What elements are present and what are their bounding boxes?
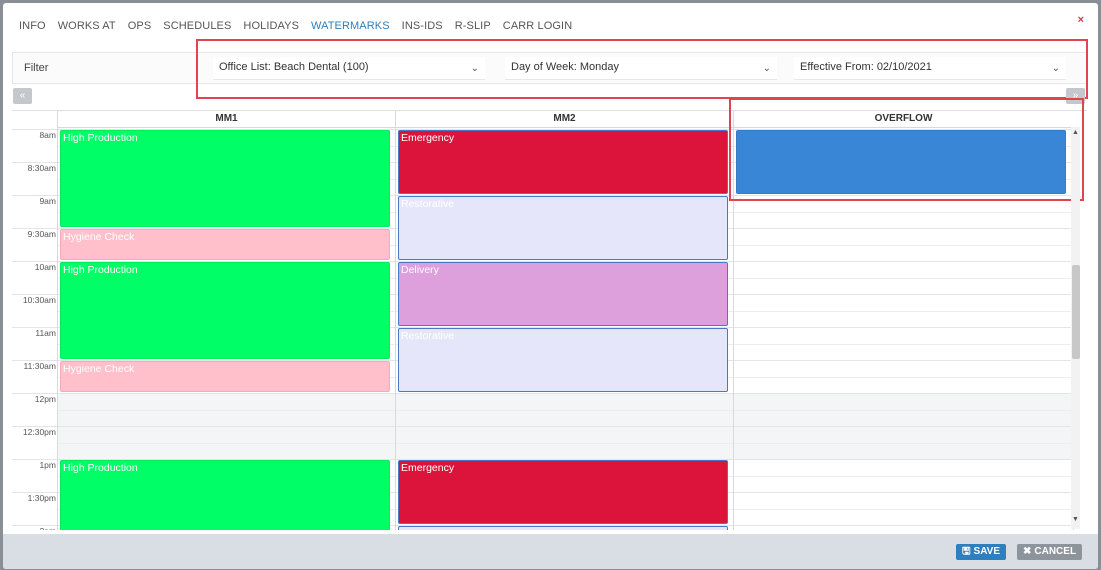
tab-watermarks[interactable]: WATERMARKS	[311, 20, 390, 36]
filter-bar: Filter Office List: Beach Dental (100) ⌄…	[12, 52, 1087, 84]
watermark-block-mm1[interactable]: Hygiene Check	[60, 361, 390, 392]
watermarks-modal: INFO WORKS AT OPS SCHEDULES HOLIDAYS WAT…	[3, 3, 1098, 569]
watermark-block-mm1[interactable]: High Production	[60, 130, 390, 227]
time-label: 9am	[39, 196, 56, 206]
prev-button[interactable]: «	[13, 88, 32, 104]
column-divider	[395, 128, 396, 530]
close-icon[interactable]: ×	[1078, 14, 1084, 26]
day-of-week-value: Day of Week: Monday	[511, 61, 620, 73]
chevron-down-icon: ⌄	[470, 63, 479, 74]
office-list-value: Office List: Beach Dental (100)	[219, 61, 369, 73]
time-label: 10am	[34, 262, 56, 272]
tab-r-slip[interactable]: R-SLIP	[455, 20, 491, 36]
tab-holidays[interactable]: HOLIDAYS	[243, 20, 299, 36]
watermark-block-mm2[interactable]: Emergency	[398, 460, 728, 524]
time-label: 8:30am	[27, 163, 56, 173]
effective-from-value: Effective From: 02/10/2021	[800, 61, 932, 73]
day-of-week-select[interactable]: Day of Week: Monday ⌄	[505, 57, 777, 80]
chevron-down-icon: ⌄	[1051, 63, 1060, 74]
cancel-button[interactable]: ✖ CANCEL	[1017, 544, 1083, 560]
tab-bar: INFO WORKS AT OPS SCHEDULES HOLIDAYS WAT…	[19, 20, 584, 36]
tab-ops[interactable]: OPS	[128, 20, 152, 36]
save-label: SAVE	[973, 546, 1001, 557]
save-button[interactable]: 🖫 SAVE	[956, 544, 1007, 560]
watermark-block-mm1[interactable]: High Production	[60, 460, 390, 530]
watermark-block-mm2[interactable]: Emergency	[398, 130, 728, 194]
tab-schedules[interactable]: SCHEDULES	[163, 20, 231, 36]
watermark-block-mm1[interactable]: Hygiene Check	[60, 229, 390, 260]
time-label: 10:30am	[22, 295, 56, 305]
time-label: 1:30pm	[27, 493, 56, 503]
next-button[interactable]: »	[1066, 88, 1085, 104]
time-label: 9:30am	[27, 229, 56, 239]
watermark-block-mm2[interactable]	[398, 526, 728, 530]
time-label: 2pm	[12, 526, 56, 530]
scrollbar-thumb[interactable]	[1072, 265, 1080, 359]
time-label: 12:30pm	[22, 427, 56, 437]
time-label: 11am	[35, 328, 56, 338]
column-header-mm1: MM1	[57, 111, 395, 128]
column-header-overflow: OVERFLOW	[733, 111, 1073, 128]
filter-label: Filter	[24, 62, 49, 74]
modal-footer: 🖫 SAVE ✖ CANCEL	[3, 534, 1098, 569]
time-label: 8am	[39, 130, 56, 140]
schedule-grid: MM1 MM2 OVERFLOW 8am 8:30am 9am 9:30am 10am 1…	[12, 110, 1087, 530]
effective-from-select[interactable]: Effective From: 02/10/2021 ⌄	[794, 57, 1066, 80]
scroll-up-icon[interactable]: ▲	[1071, 129, 1080, 136]
tab-carr-login[interactable]: CARR LOGIN	[503, 20, 572, 36]
tab-ins-ids[interactable]: INS-IDS	[402, 20, 443, 36]
watermark-block-mm2[interactable]: Restorative	[398, 328, 728, 392]
time-label: 12pm	[34, 394, 56, 404]
column-header-mm2: MM2	[395, 111, 733, 128]
close-icon: ✖	[1023, 546, 1032, 557]
save-icon: 🖫	[962, 546, 971, 557]
watermark-block-mm1[interactable]: High Production	[60, 262, 390, 359]
office-list-select[interactable]: Office List: Beach Dental (100) ⌄	[213, 57, 485, 80]
grid-line	[12, 426, 1073, 427]
grid-line	[57, 409, 1073, 411]
time-label: 11:30am	[23, 361, 56, 371]
cancel-label: CANCEL	[1034, 546, 1077, 557]
time-label: 1pm	[39, 460, 56, 470]
grid-line	[57, 442, 1073, 444]
chevron-down-icon: ⌄	[762, 63, 771, 74]
tab-works-at[interactable]: WORKS AT	[58, 20, 116, 36]
column-divider	[57, 128, 58, 530]
column-divider	[733, 128, 734, 530]
scroll-down-icon[interactable]: ▼	[1071, 516, 1080, 523]
watermark-block-mm2[interactable]: Delivery	[398, 262, 728, 326]
watermark-block-overflow[interactable]	[736, 130, 1066, 194]
watermark-block-mm2[interactable]: Restorative	[398, 196, 728, 260]
grid-line	[12, 393, 1073, 394]
tab-info[interactable]: INFO	[19, 20, 46, 36]
